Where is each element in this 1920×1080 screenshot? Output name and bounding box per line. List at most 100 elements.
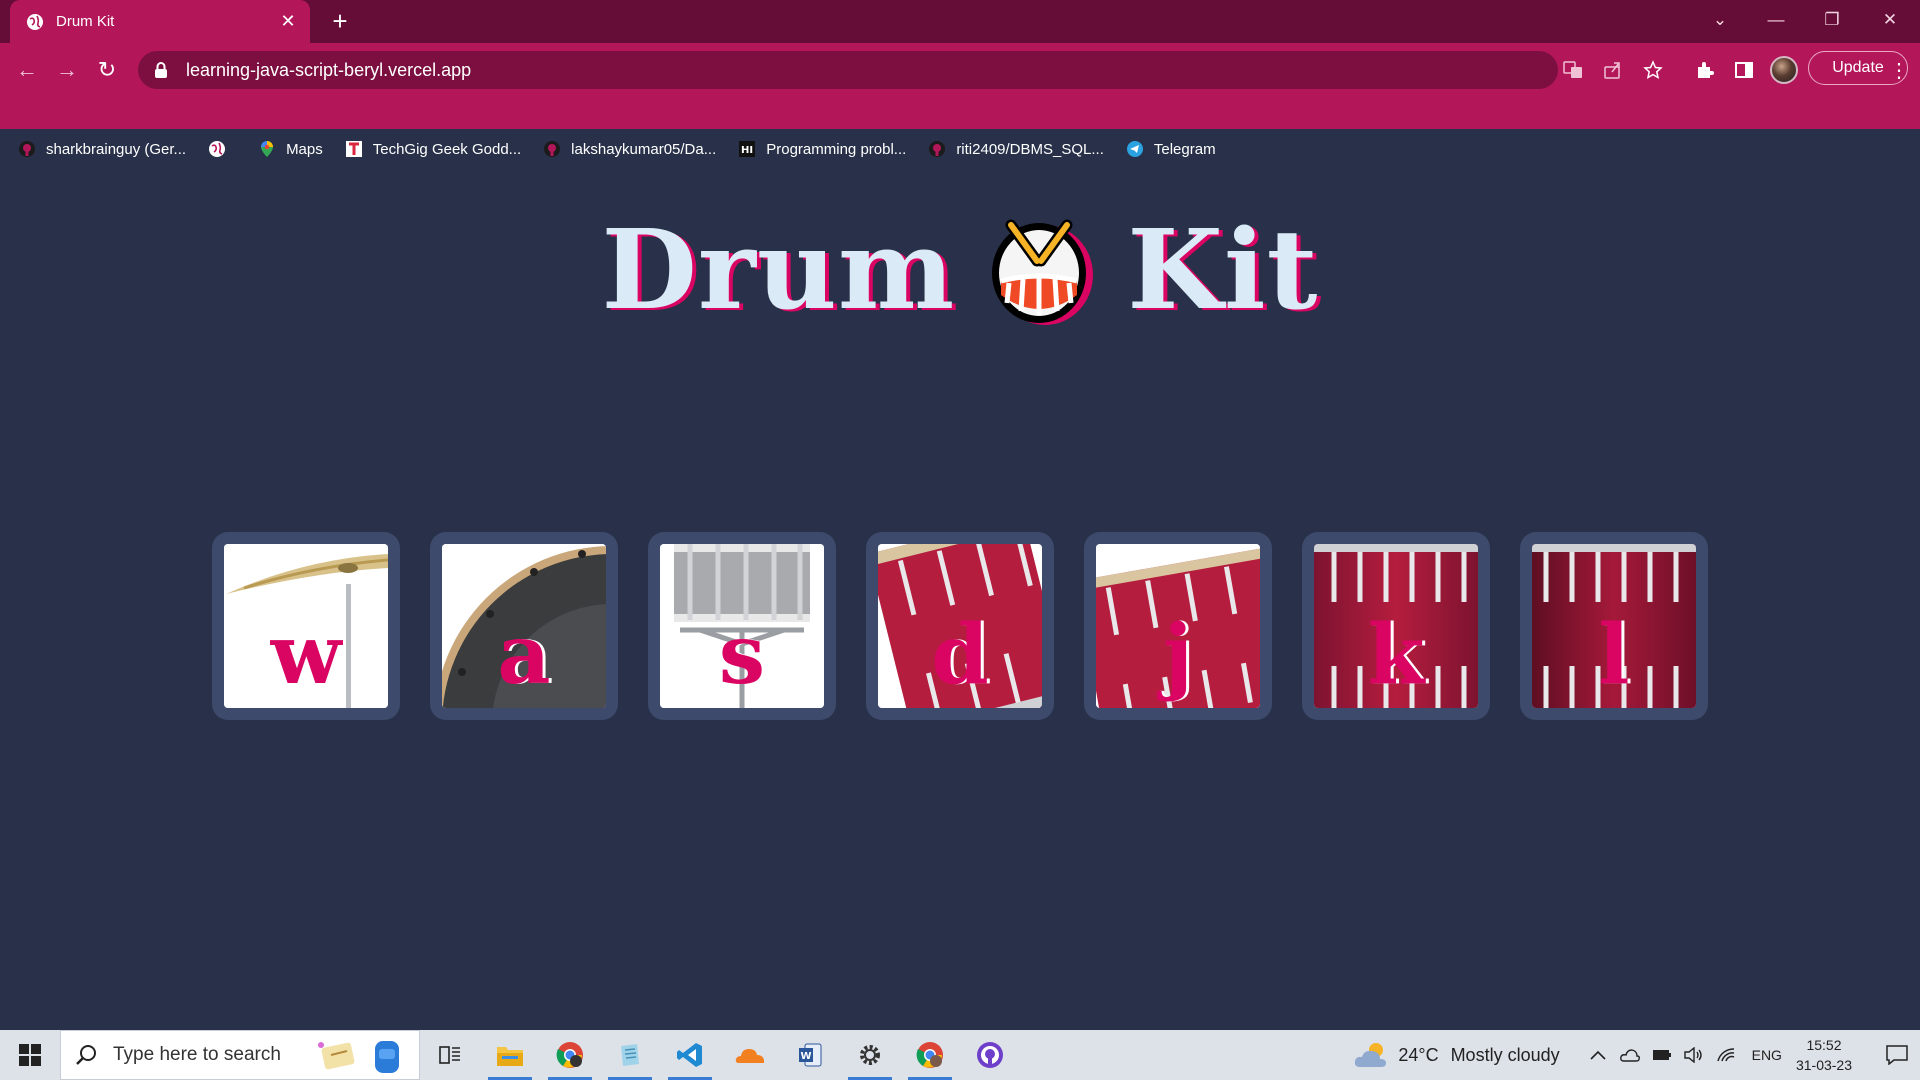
github-desktop-icon[interactable] [960, 1030, 1020, 1080]
cloudflare-icon[interactable] [720, 1030, 780, 1080]
bookmark-label: lakshaykumar05/Da... [571, 140, 717, 158]
drum-key-image: k [1314, 544, 1478, 708]
volume-icon[interactable] [1681, 1042, 1707, 1068]
new-tab-button[interactable]: + [324, 6, 356, 38]
drum-key-w[interactable]: w [212, 532, 400, 720]
notepad-icon[interactable] [600, 1030, 660, 1080]
wifi-icon[interactable] [1713, 1042, 1739, 1068]
bookmark-item[interactable]: riti2409/DBMS_SQL... [928, 140, 1104, 158]
drum-key-image: l [1532, 544, 1696, 708]
github-icon [18, 140, 36, 158]
maximize-button[interactable]: ❐ [1804, 0, 1860, 40]
minimize-button[interactable]: — [1748, 0, 1804, 40]
chrome-icon[interactable] [540, 1030, 600, 1080]
key-letter: d [931, 607, 989, 703]
bookmark-item[interactable]: TechGig Geek Godd... [345, 140, 521, 158]
cloudy-weather-icon [1354, 1041, 1388, 1069]
title-kit-text: Kit [1127, 205, 1319, 334]
system-tray: 24°C Mostly cloudy ENG 15:52 31-03-23 [1354, 1030, 1920, 1080]
reload-icon[interactable]: ↻ [90, 53, 124, 87]
more-menu-icon[interactable]: ⋮ [1884, 53, 1914, 87]
drum-key-image: j [1096, 544, 1260, 708]
bookmark-item[interactable]: lakshaykumar05/Da... [543, 140, 716, 158]
clock[interactable]: 15:52 31-03-23 [1796, 1035, 1852, 1075]
tab-strip: Drum Kit ✕ + ⌄ — ❐ ✕ [0, 0, 1920, 43]
title-drum-text: Drum [601, 205, 956, 334]
key-letter: l [1598, 607, 1630, 703]
clock-date: 31-03-23 [1795, 1057, 1852, 1073]
input-language[interactable]: ENG [1752, 1047, 1782, 1063]
hackerearth-icon: HI [738, 140, 756, 158]
chrome-profile-icon[interactable] [900, 1030, 960, 1080]
chevron-up-icon[interactable] [1585, 1042, 1611, 1068]
settings-gear-icon[interactable] [840, 1030, 900, 1080]
lock-icon [154, 62, 168, 78]
bookmark-label: Programming probl... [766, 140, 907, 158]
drum-key-s[interactable]: s [648, 532, 836, 720]
onedrive-cloud-icon[interactable] [1617, 1042, 1643, 1068]
address-bar[interactable]: learning-java-script-beryl.vercel.app [138, 51, 1558, 89]
url-text: learning-java-script-beryl.vercel.app [186, 59, 472, 80]
search-icon [75, 1044, 97, 1066]
bookmark-star-icon[interactable] [1636, 53, 1670, 87]
weather-widget[interactable]: 24°C Mostly cloudy [1354, 1041, 1560, 1069]
bookmark-item[interactable]: Telegram [1126, 140, 1216, 158]
translate-icon[interactable] [1556, 53, 1590, 87]
browser-tab[interactable]: Drum Kit ✕ [10, 0, 310, 43]
drum-key-k[interactable]: k [1302, 532, 1490, 720]
notification-center-icon[interactable] [1874, 1030, 1920, 1080]
globe-icon [208, 140, 226, 158]
drum-key-l[interactable]: l [1520, 532, 1708, 720]
windows-taskbar: Type here to search W 24°C Mostly cloudy… [0, 1030, 1920, 1080]
telegram-icon [1126, 140, 1144, 158]
drum-key-image: a [442, 544, 606, 708]
close-window-button[interactable]: ✕ [1862, 0, 1918, 40]
search-placeholder: Type here to search [113, 1044, 281, 1065]
tab-search-chevron-icon[interactable]: ⌄ [1692, 0, 1748, 40]
share-icon[interactable] [1596, 53, 1630, 87]
drum-key-d[interactable]: d [866, 532, 1054, 720]
bookmark-label: Maps [286, 140, 323, 158]
windows-start-icon[interactable] [0, 1030, 60, 1080]
drum-keys-row: w a s d j k l [212, 532, 1708, 720]
page-title: Drum Kit [0, 205, 1920, 334]
maps-icon [258, 140, 276, 158]
bookmarks-bar: sharkbrainguy (Ger... Maps TechGig Geek … [0, 131, 1920, 167]
drum-key-image: w [224, 544, 388, 708]
bookmark-item[interactable]: Maps [258, 140, 323, 158]
github-icon [928, 140, 946, 158]
drum-key-image: s [660, 544, 824, 708]
vscode-icon[interactable] [660, 1030, 720, 1080]
techgig-icon [345, 140, 363, 158]
file-explorer-icon[interactable] [480, 1030, 540, 1080]
profile-avatar[interactable] [1770, 56, 1798, 84]
task-view-icon[interactable] [420, 1030, 480, 1080]
svg-text:HI: HI [741, 145, 753, 156]
bookmark-label: sharkbrainguy (Ger... [46, 140, 187, 158]
back-icon[interactable]: ← [10, 53, 44, 87]
taskbar-search-box[interactable]: Type here to search [60, 1030, 420, 1080]
side-panel-icon[interactable] [1727, 53, 1761, 87]
github-icon [543, 140, 561, 158]
forward-icon[interactable]: → [50, 53, 84, 87]
weather-condition: Mostly cloudy [1450, 1044, 1560, 1065]
key-letter: j [1163, 607, 1193, 703]
svg-text:W: W [800, 1051, 811, 1062]
drum-key-a[interactable]: a [430, 532, 618, 720]
browser-toolbar: ← → ↻ learning-java-script-beryl.vercel.… [0, 43, 1920, 158]
tab-close-icon[interactable]: ✕ [278, 11, 298, 32]
extensions-icon[interactable] [1688, 53, 1722, 87]
key-letter: k [1367, 607, 1425, 703]
word-icon[interactable]: W [780, 1030, 840, 1080]
bookmark-label: TechGig Geek Godd... [372, 140, 522, 158]
clock-time: 15:52 [1806, 1037, 1842, 1053]
key-letter: s [718, 607, 766, 703]
weather-temp: 24°C [1398, 1044, 1439, 1065]
bookmark-item[interactable] [208, 140, 236, 158]
tab-title: Drum Kit [56, 13, 115, 30]
bookmark-label: Telegram [1153, 140, 1216, 158]
bookmark-item[interactable]: HI Programming probl... [738, 140, 906, 158]
bookmark-item[interactable]: sharkbrainguy (Ger... [18, 140, 186, 158]
drum-key-j[interactable]: j [1084, 532, 1272, 720]
battery-icon[interactable] [1649, 1042, 1675, 1068]
